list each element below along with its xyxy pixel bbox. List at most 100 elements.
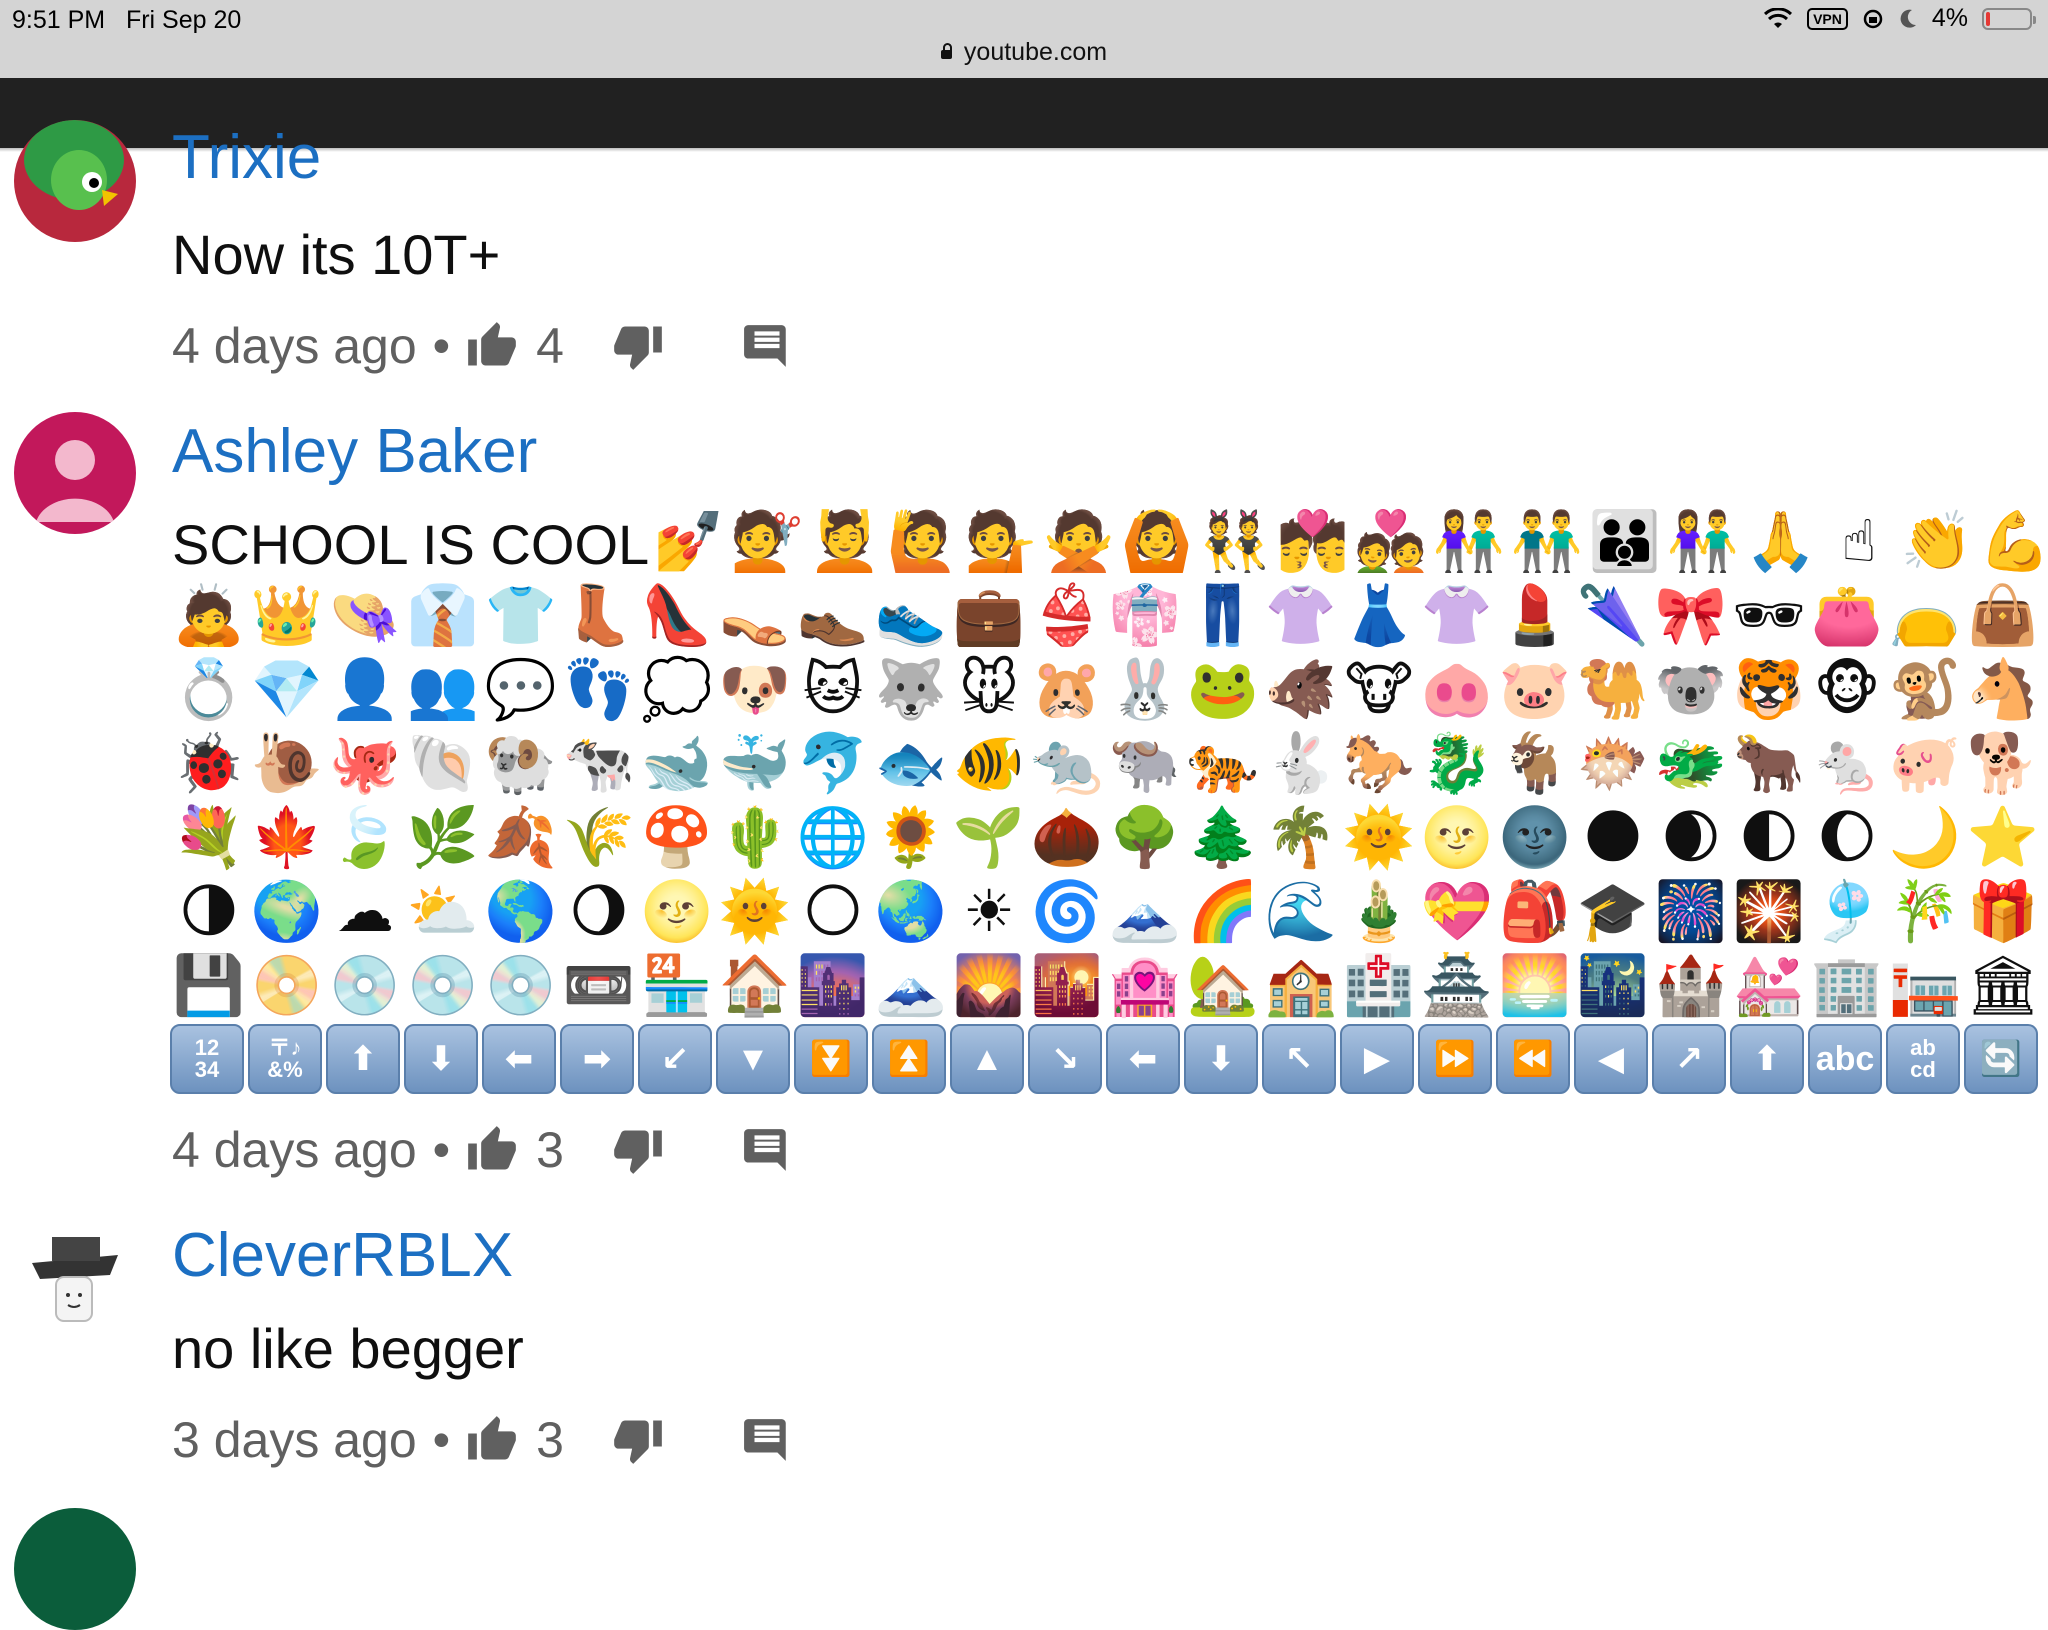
emoji: 💿 [484,953,558,1018]
emoji: 🐒 [1888,657,1962,722]
emoji: 🐗 [1264,657,1338,722]
keycap-emoji: ⬆ [326,1024,400,1094]
emoji: 💿 [328,953,402,1018]
comment-author[interactable]: CleverRBLX [172,1220,513,1291]
emoji: 👛 [1810,583,1884,648]
thumbs-down-icon[interactable] [612,1414,664,1466]
emoji: ⛅ [406,879,480,944]
keycap-emoji: ▲ [950,1024,1024,1094]
thumbs-down-icon[interactable] [612,1124,664,1176]
roblox-avatar-icon [32,1237,118,1322]
like-count: 3 [536,1412,564,1468]
emoji: 🌖 [568,879,630,944]
comment-text: SCHOOL IS COOL [172,513,650,576]
emoji: 👤 [328,657,402,722]
separator-dot: • [432,1122,451,1178]
emoji: 🐖 [1888,731,1962,796]
emoji: 💄 [1498,583,1572,648]
battery-icon [1982,7,2036,30]
emoji: 🌚 [1498,805,1572,870]
emoji: 🎇 [1732,879,1806,944]
emoji: 🐹 [1030,657,1104,722]
emoji: 👜 [1966,583,2040,648]
emoji: 🌅 [1498,953,1572,1018]
emoji: 🌱 [952,805,1026,870]
emoji: 👙 [1030,583,1104,648]
like-count: 3 [536,1122,564,1178]
comment-author[interactable]: Trixie [172,122,321,193]
emoji: 🌈 [1186,879,1260,944]
avatar[interactable] [14,1215,136,1337]
emoji: 🐙 [328,731,402,796]
emoji: 💇 [730,509,804,574]
comment-actions: 4 days ago • 3 [172,1120,792,1180]
emoji: 👞 [796,583,870,648]
reply-icon[interactable] [742,1125,792,1175]
avatar[interactable] [14,120,136,242]
wifi-icon [1764,7,1793,28]
emoji: 👫 [1666,509,1740,574]
url-bar[interactable]: youtube.com [0,38,2048,67]
emoji: 👥 [406,657,480,722]
emoji: 📀 [250,953,324,1018]
emoji: 🍃 [328,805,402,870]
emoji: 🎆 [1654,879,1728,944]
thumbs-up-icon[interactable] [466,1414,518,1466]
emoji: 🌵 [718,805,792,870]
emoji: 🐴 [1966,657,2040,722]
emoji: ⭐ [1966,805,2040,870]
avatar[interactable] [14,412,136,534]
emoji: 👪 [1588,509,1662,574]
emoji: 🌇 [1030,953,1104,1018]
emoji: 🌝 [640,879,714,944]
thumbs-up-icon[interactable] [466,320,518,372]
emoji: 🐨 [1654,657,1728,722]
emoji: 🌙 [1888,805,1962,870]
default-avatar-icon [36,440,114,522]
comment-time: 4 days ago [172,1122,417,1178]
url-text: youtube.com [963,38,1108,66]
separator-dot: • [432,1412,451,1468]
emoji: 💝 [1420,879,1494,944]
emoji: 🏢 [1810,953,1884,1018]
emoji: 👏 [1900,509,1974,574]
emoji: 👟 [874,583,948,648]
emoji: 🐠 [952,731,1026,796]
comment-author[interactable]: Ashley Baker [172,416,537,487]
reply-icon[interactable] [742,1415,792,1465]
keycap-emoji: ◀ [1574,1024,1648,1094]
emoji: 🐇 [1264,731,1338,796]
thumbs-down-icon[interactable] [612,320,664,372]
avatar[interactable] [14,1508,136,1630]
emoji: 🎐 [1810,879,1884,944]
emoji: 🐡 [1576,731,1650,796]
thumbs-up-icon[interactable] [466,1124,518,1176]
emoji: 🎋 [1888,879,1962,944]
emoji: 🙅 [1042,509,1116,574]
parrot-avatar-icon [24,120,124,210]
emoji: ☀ [963,879,1015,944]
emoji: 🌐 [796,805,870,870]
emoji: 🌔 [1816,805,1878,870]
keycap-emoji: ⏪ [1496,1024,1570,1094]
emoji: 👘 [1108,583,1182,648]
keycap-emoji: abc [1808,1024,1882,1094]
emoji: 🌕 [802,879,864,944]
emoji-keycap-row: 12 34 〒♪ &% ⬆ ⬇ ⬅ ➡ ↙ ▼ ⏬ ⏫ ▲ ↘ ⬅ ⬇ ↖ ▶ ⏩ ⏪ ◀ ↗ ⬆ abc ab cd 🔄 [170,1024,2038,1094]
emoji: 🌑 [1582,805,1644,870]
keycap-emoji: ⏫ [872,1024,946,1094]
emoji: 💪 [1978,509,2048,574]
emoji: 🗻 [1108,879,1182,944]
emoji: 💐 [172,805,246,870]
like-count: 4 [536,318,564,374]
emoji: 👚 [1420,583,1494,648]
reply-icon[interactable] [742,321,792,371]
emoji: 🌴 [1264,805,1338,870]
emoji: 🗻 [874,953,948,1018]
emoji: 🐎 [1342,731,1416,796]
emoji: 🐞 [172,731,246,796]
keycap-emoji: ↘ [1028,1024,1102,1094]
emoji: 👔 [406,583,480,648]
separator-dot: • [432,318,451,374]
emoji: 🐚 [406,731,480,796]
